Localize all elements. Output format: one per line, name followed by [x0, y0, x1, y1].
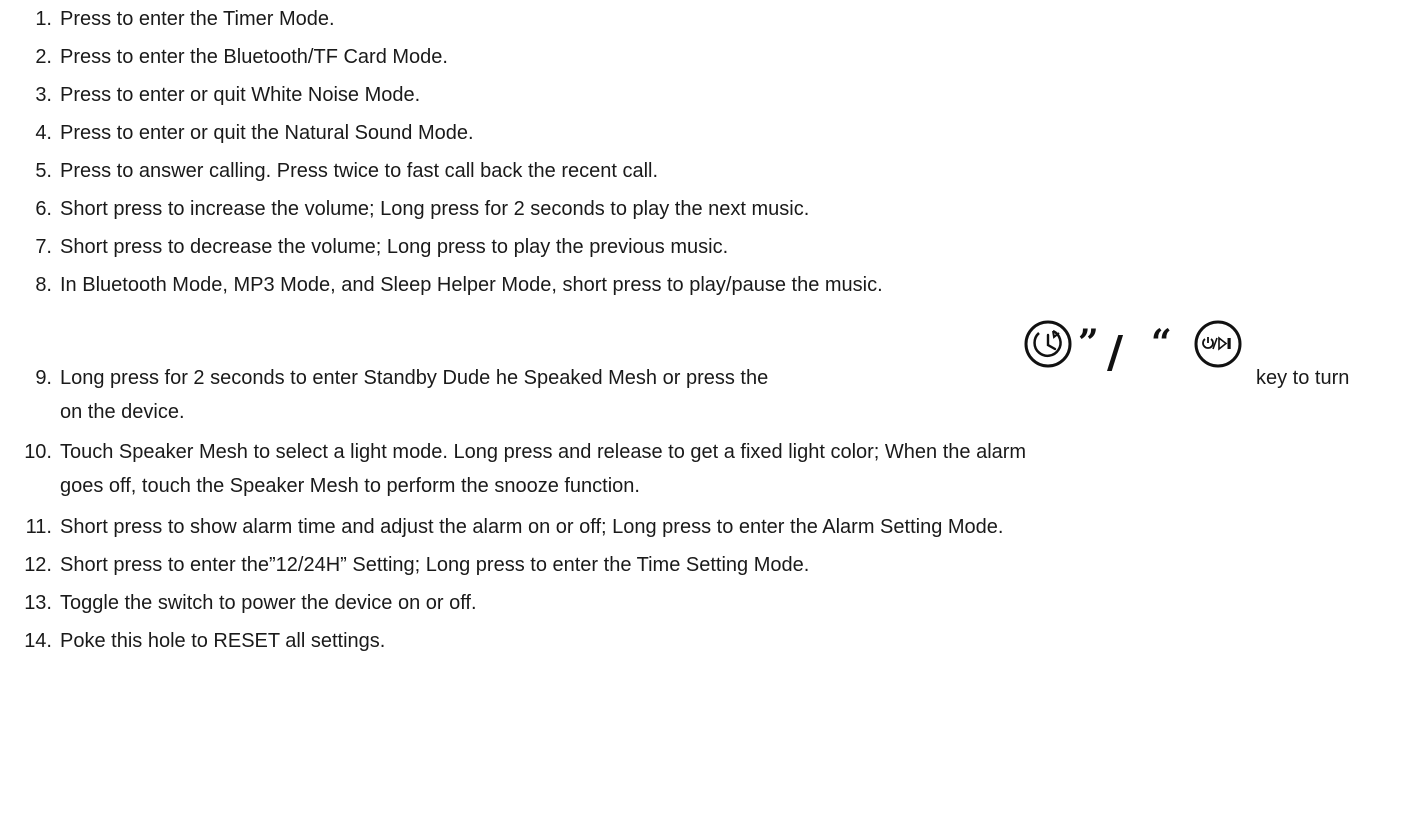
- item-text-continued: on the device.: [60, 401, 185, 423]
- item-text: In Bluetooth Mode, MP3 Mode, and Sleep H…: [60, 274, 883, 296]
- item-text: Touch Speaker Mesh to select a light mod…: [60, 441, 1027, 463]
- list-item: 9. Long press for 2 seconds to enter Sta…: [0, 320, 1407, 436]
- item-number: 10.: [24, 441, 52, 463]
- instruction-list: 1. Press to enter the Timer Mode. 2. Pre…: [0, 0, 1407, 819]
- item-text: Press to answer calling. Press twice to …: [60, 160, 659, 182]
- item-text: Short press to decrease the volume; Long…: [60, 236, 729, 258]
- item-number: 4.: [35, 122, 52, 144]
- timer-key-icon: [1024, 320, 1072, 368]
- item-number: 14.: [24, 630, 52, 652]
- item-text: Short press to enter the”12/24H” Setting…: [60, 554, 810, 576]
- opening-quote-glyph: “: [1151, 322, 1172, 364]
- item-number: 5.: [35, 160, 52, 182]
- item-text: Press to enter or quit the Natural Sound…: [60, 122, 474, 144]
- item-number: 8.: [35, 274, 52, 296]
- item-number: 1.: [35, 8, 52, 30]
- item-number: 12.: [24, 554, 52, 576]
- item-text-continued: goes off, touch the Speaker Mesh to perf…: [60, 475, 640, 497]
- item-text-trailing: key to turn: [1256, 367, 1350, 389]
- item-number: 13.: [24, 592, 52, 614]
- item-number: 11.: [25, 516, 52, 538]
- slash-glyph: /: [1107, 327, 1124, 378]
- item-text: Press to enter or quit White Noise Mode.: [60, 84, 421, 106]
- item-text: Press to enter the Bluetooth/TF Card Mod…: [60, 46, 448, 68]
- item-number: 3.: [35, 84, 52, 106]
- item-text: Poke this hole to RESET all settings.: [60, 630, 386, 652]
- item-text: Short press to increase the volume; Long…: [60, 198, 810, 220]
- power-play-key-icon: [1194, 320, 1242, 368]
- item-text: Press to enter the Timer Mode.: [60, 8, 335, 30]
- item-number: 2.: [35, 46, 52, 68]
- item-text: Toggle the switch to power the device on…: [60, 592, 477, 614]
- item-text: Long press for 2 seconds to enter Standb…: [60, 367, 769, 389]
- list-item: 10. Touch Speaker Mesh to select a light…: [0, 440, 1407, 500]
- item-text: Short press to show alarm time and adjus…: [60, 516, 1004, 538]
- item-number: 9.: [35, 367, 52, 389]
- item-number: 6.: [35, 198, 52, 220]
- item-number: 7.: [35, 236, 52, 258]
- closing-quote-glyph: ”: [1078, 322, 1099, 364]
